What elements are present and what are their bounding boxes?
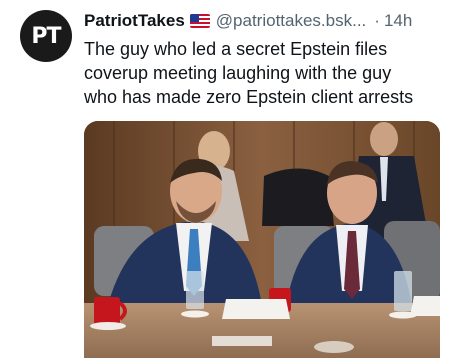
post-text-line: The guy who led a secret Epstein files (84, 39, 388, 59)
water-glass (186, 271, 204, 309)
post-photo[interactable] (84, 121, 440, 358)
post-text-line: who has made zero Epstein client arrests (84, 87, 414, 107)
author-handle[interactable]: @patriottakes.bsk... (216, 10, 367, 32)
post-text: The guy who led a secret Epstein files c… (84, 37, 454, 109)
photo-illustration (84, 121, 440, 358)
post-header: PatriotTakes @patriottakes.bsk... · 14h (84, 10, 454, 32)
bag (262, 168, 334, 226)
post-text-line: coverup meeting laughing with the guy (84, 63, 392, 83)
header-separator: · (374, 11, 380, 30)
social-post[interactable]: PT PatriotTakes @patriottakes.bsk... · 1… (0, 0, 460, 358)
author-display-name[interactable]: PatriotTakes (84, 10, 185, 32)
water-glass (394, 271, 412, 311)
background-person-head (370, 122, 398, 156)
author-avatar[interactable]: PT (20, 10, 72, 62)
name-placard (222, 299, 290, 319)
red-mug (94, 297, 120, 325)
us-flag-icon (189, 14, 210, 28)
name-placard (410, 296, 440, 316)
post-timestamp[interactable]: 14h (384, 10, 412, 32)
avatar-text: PT (31, 23, 61, 49)
